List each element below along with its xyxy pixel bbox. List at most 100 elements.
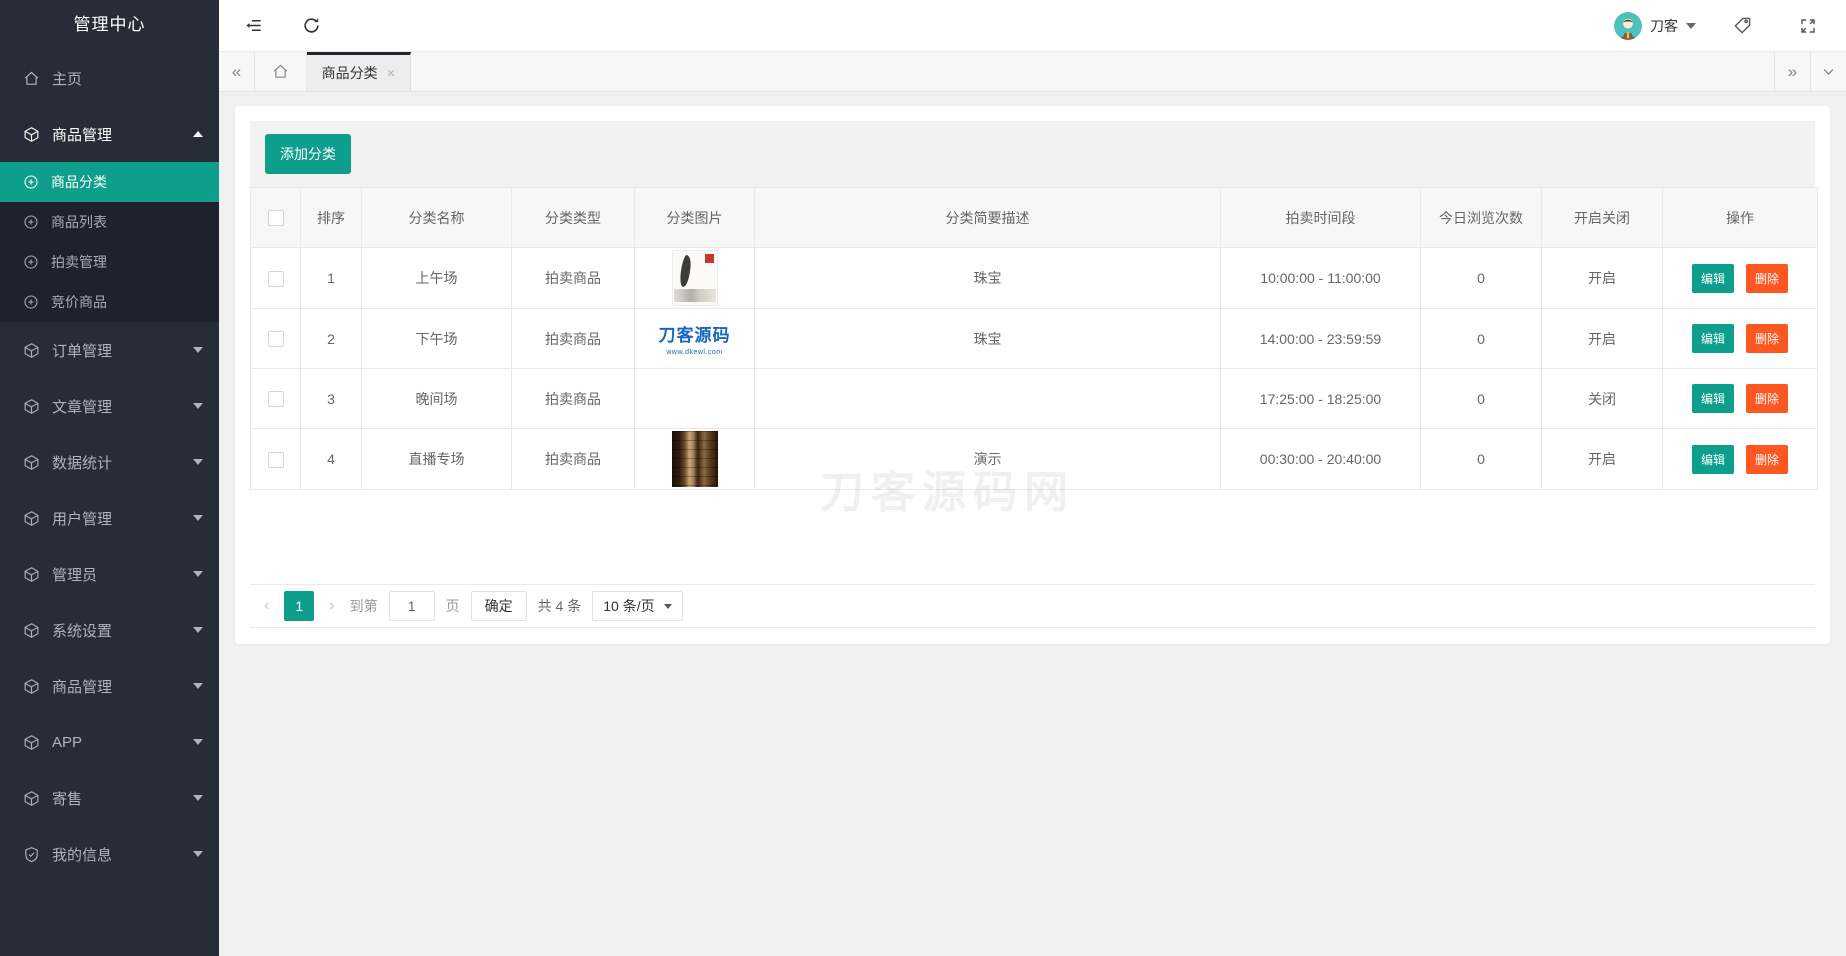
edit-button[interactable]: 编辑 <box>1692 324 1735 353</box>
cell-views: 0 <box>1420 368 1542 429</box>
sidebar-group-products[interactable]: 商品管理 <box>0 106 219 162</box>
confirm-page-button[interactable]: 确定 <box>470 591 527 621</box>
main-area: 刀客 « 商品分类 × » 添加分类 排序 分类名称 分类类型 分类图片 分类简… <box>219 0 1846 956</box>
tab-home[interactable] <box>255 52 307 91</box>
current-page-button[interactable]: 1 <box>284 591 315 621</box>
sidebar-item-label: 竞价商品 <box>51 294 107 310</box>
col-image: 分类图片 <box>634 187 755 248</box>
sidebar-item-home[interactable]: 主页 <box>0 50 219 106</box>
prev-page-button[interactable]: ‹ <box>260 597 273 615</box>
chevron-down-icon <box>1686 22 1696 29</box>
delete-button[interactable]: 删除 <box>1745 263 1788 293</box>
sidebar-group-statistics[interactable]: 数据统计 <box>0 434 219 490</box>
tabs-menu-toggle[interactable] <box>1810 52 1846 91</box>
next-page-button[interactable]: › <box>325 597 338 615</box>
sidebar-item-category[interactable]: 商品分类 <box>0 162 219 202</box>
chevron-down-icon <box>193 795 203 801</box>
circle-plus-icon <box>22 254 39 271</box>
sidebar-group-label: 用户管理 <box>52 510 113 528</box>
cell-views: 0 <box>1420 308 1542 369</box>
cell-name: 直播专场 <box>361 428 512 490</box>
sidebar-item-label: 主页 <box>52 70 83 88</box>
sidebar-item-bidding[interactable]: 竞价商品 <box>0 282 219 322</box>
avatar <box>1614 11 1642 40</box>
cell-views: 0 <box>1420 428 1542 490</box>
cell-time: 10:00:00 - 11:00:00 <box>1220 247 1421 309</box>
per-page-select[interactable]: 10 条/页 <box>592 591 683 621</box>
cell-time: 17:25:00 - 18:25:00 <box>1220 368 1421 429</box>
tabbar: « 商品分类 × » <box>219 52 1846 92</box>
fullscreen-icon[interactable] <box>1788 0 1828 52</box>
col-name: 分类名称 <box>361 187 512 248</box>
select-all-checkbox[interactable] <box>267 210 284 227</box>
close-icon[interactable]: × <box>387 66 396 81</box>
tabs-scroll-right[interactable]: » <box>1774 52 1810 91</box>
sidebar-item-auction[interactable]: 拍卖管理 <box>0 242 219 282</box>
cube-icon <box>22 621 40 639</box>
sidebar-group-admins[interactable]: 管理员 <box>0 546 219 602</box>
sidebar-group-articles[interactable]: 文章管理 <box>0 378 219 434</box>
tab-category[interactable]: 商品分类 × <box>307 52 411 91</box>
toolbar: 添加分类 <box>250 121 1815 187</box>
cell-status: 关闭 <box>1541 368 1663 429</box>
tabs-scroll-left[interactable]: « <box>219 52 255 91</box>
delete-button[interactable]: 删除 <box>1745 384 1788 413</box>
topbar: 刀客 <box>219 0 1846 52</box>
row-checkbox[interactable] <box>267 391 284 408</box>
edit-button[interactable]: 编辑 <box>1692 263 1735 293</box>
delete-button[interactable]: 删除 <box>1745 444 1788 474</box>
cell-status: 开启 <box>1541 428 1663 490</box>
sidebar-group-orders[interactable]: 订单管理 <box>0 322 219 378</box>
row-checkbox[interactable] <box>267 451 284 468</box>
row-checkbox[interactable] <box>267 331 284 348</box>
per-page-value: 10 条/页 <box>603 598 655 614</box>
sidebar-group-my-info[interactable]: 我的信息 <box>0 826 219 882</box>
chevron-down-icon <box>193 515 203 521</box>
pagination: ‹ 1 › 到第 页 确定 共 4 条 10 条/页 <box>250 584 1815 628</box>
circle-plus-icon <box>22 174 39 191</box>
sidebar-group-settings[interactable]: 系统设置 <box>0 602 219 658</box>
edit-button[interactable]: 编辑 <box>1692 444 1735 474</box>
sidebar-group-users[interactable]: 用户管理 <box>0 490 219 546</box>
chevron-down-icon <box>193 571 203 577</box>
cell-sort: 1 <box>300 247 362 309</box>
cube-icon <box>22 341 40 359</box>
sidebar-group-label: 管理员 <box>52 566 98 584</box>
chevron-up-icon <box>193 131 203 137</box>
goto-label: 到第 <box>349 598 378 614</box>
chevron-down-icon <box>193 347 203 353</box>
add-category-button[interactable]: 添加分类 <box>265 134 351 174</box>
sidebar-item-product-list[interactable]: 商品列表 <box>0 202 219 242</box>
tab-label: 商品分类 <box>321 65 378 81</box>
sidebar-item-label: 商品分类 <box>51 174 107 190</box>
goto-page-input[interactable] <box>388 591 435 621</box>
cell-name: 下午场 <box>361 308 512 369</box>
cell-desc: 珠宝 <box>754 308 1221 369</box>
table-bottom-gap <box>250 490 1815 584</box>
row-checkbox[interactable] <box>267 270 284 287</box>
table-row: 2 下午场 拍卖商品 刀客源码 www.dkewl.com 珠宝 14:00:0… <box>250 308 1818 369</box>
page-unit-label: 页 <box>445 598 460 614</box>
refresh-icon[interactable] <box>291 0 331 52</box>
tag-icon[interactable] <box>1722 0 1762 52</box>
cube-icon <box>22 509 40 527</box>
sidebar-group-app[interactable]: APP <box>0 714 219 770</box>
circle-plus-icon <box>22 294 39 311</box>
sidebar-group-label: 我的信息 <box>52 846 113 864</box>
chevron-down-icon <box>193 739 203 745</box>
cell-name: 晚间场 <box>361 368 512 429</box>
app-title: 管理中心 <box>73 15 146 34</box>
delete-button[interactable]: 删除 <box>1745 324 1788 353</box>
edit-button[interactable]: 编辑 <box>1692 384 1735 413</box>
chevron-down-icon <box>193 627 203 633</box>
circle-plus-icon <box>22 214 39 231</box>
user-menu[interactable]: 刀客 <box>1614 11 1696 40</box>
collapse-sidebar-icon[interactable] <box>233 0 273 52</box>
sidebar-group-products-2[interactable]: 商品管理 <box>0 658 219 714</box>
category-image-photo <box>671 431 718 487</box>
col-views: 今日浏览次数 <box>1420 187 1542 248</box>
username: 刀客 <box>1650 17 1678 34</box>
sidebar-group-consignment[interactable]: 寄售 <box>0 770 219 826</box>
cube-icon <box>22 453 40 471</box>
chevron-down-icon <box>193 459 203 465</box>
